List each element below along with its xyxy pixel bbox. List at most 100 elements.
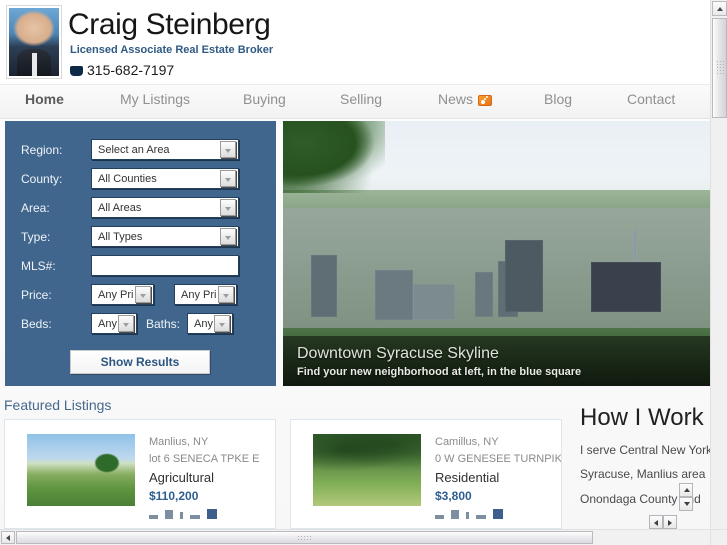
nav-item-selling[interactable]: Selling [340,91,382,107]
listing-address: lot 6 SENECA TPKE E [149,453,260,465]
nav-label: Blog [544,91,573,107]
scroll-up-icon[interactable] [679,483,693,497]
agent-phone[interactable]: 315-682-7197 [70,62,174,78]
site-header: Craig Steinberg Licensed Associate Real … [0,0,710,84]
type-label: Type: [21,229,51,244]
type-select[interactable]: All Types [91,226,239,247]
baths-select[interactable]: Any [187,313,234,334]
page-content: Craig Steinberg Licensed Associate Real … [0,0,710,529]
scroll-left-icon[interactable] [649,515,663,529]
county-select[interactable]: All Counties [91,168,239,189]
nav-label: Selling [340,91,383,107]
search-field-county: County: All Counties [5,164,276,193]
scroll-left-icon[interactable] [1,531,15,544]
search-field-type: Type: All Types [5,222,276,251]
price-label: Price: [21,287,52,302]
baths-label: Baths: [146,316,181,331]
listing-feature-icons [435,508,561,519]
bath-icon [165,510,173,519]
listing-feature-icons [149,508,259,519]
vertical-scrollbar-thumb[interactable] [712,18,727,118]
inner-vertical-scrollbar[interactable] [679,483,693,513]
hero-corner-tree [283,121,385,193]
sqft-icon [466,512,469,519]
scrollbar-grip-icon [716,60,724,76]
bath-icon [451,510,459,519]
region-select[interactable]: Select an Area [91,139,239,160]
search-field-price: Price: Any Pri Any Pri [5,280,276,309]
scrollbar-corner [710,529,727,545]
rss-icon [478,95,493,106]
chevron-down-icon [218,286,234,303]
beds-value: Any [98,317,117,330]
chevron-down-icon [220,170,236,187]
mls-label: MLS#: [21,258,56,273]
hero-building [505,239,543,312]
listing-city: Manlius, NY [149,436,209,448]
listing-city: Camillus, NY [435,436,499,448]
hero-smokestack [633,229,637,262]
hero-row: Region: Select an Area County: All Count… [0,121,710,389]
nav-item-buying[interactable]: Buying [243,91,286,107]
price-min-select[interactable]: Any Pri [91,284,154,305]
telephone-icon [70,66,83,76]
bed-icon [149,515,158,519]
how-i-work-line: Syracuse, Manlius area [580,467,706,482]
nav-item-home[interactable]: Home [25,91,64,107]
chevron-down-icon [214,315,231,332]
listing-price: $3,800 [435,489,472,503]
region-value: Select an Area [98,143,170,156]
how-i-work-line: I serve Central New York [580,442,710,457]
area-select[interactable]: All Areas [91,197,239,218]
agent-subtitle: Licensed Associate Real Estate Broker [70,44,274,56]
hero-caption: Downtown Syracuse Skyline Find your new … [283,336,710,386]
nav-label: Home [25,91,64,107]
region-label: Region: [21,142,63,157]
show-results-button[interactable]: Show Results [70,350,210,374]
listing-type: Agricultural [149,470,215,485]
photos-icon [207,509,217,519]
horizontal-scrollbar-thumb[interactable] [16,531,593,544]
browser-viewport: Craig Steinberg Licensed Associate Real … [0,0,727,545]
nav-label: My Listings [120,91,191,107]
listing-info: Camillus, NY 0 W GENESEE TURNPIK Residen… [421,434,561,528]
scroll-right-icon[interactable] [663,515,677,529]
scroll-up-icon[interactable] [712,1,727,16]
inner-horizontal-scrollbar[interactable] [649,515,679,529]
nav-item-news[interactable]: News [438,91,493,107]
how-i-work-heading: How I Work [580,404,704,431]
search-field-beds-baths: Beds: Any Baths: Any [5,309,276,338]
nav-item-my-listings[interactable]: My Listings [120,91,190,107]
beds-select[interactable]: Any [91,313,137,334]
price-max-select[interactable]: Any Pri [174,284,237,305]
mls-input[interactable] [91,255,239,276]
county-value: All Counties [98,172,157,185]
page-title: Craig Steinberg [68,8,271,41]
nav-item-blog[interactable]: Blog [544,91,572,107]
listing-card[interactable]: Camillus, NY 0 W GENESEE TURNPIK Residen… [290,419,562,529]
listing-price: $110,200 [149,489,199,503]
hero-building [591,261,661,312]
hero-caption-title: Downtown Syracuse Skyline [297,345,499,362]
scroll-down-icon[interactable] [679,497,693,511]
type-value: All Types [98,230,143,243]
county-label: County: [21,171,63,186]
horizontal-scrollbar[interactable] [0,529,710,545]
area-label: Area: [21,200,50,215]
agent-portrait [6,5,62,79]
area-value: All Areas [98,201,142,214]
listing-info: Manlius, NY lot 6 SENECA TPKE E Agricult… [135,434,259,528]
listing-type: Residential [435,470,500,485]
price-max-value: Any Pri [181,288,217,301]
nav-item-contact[interactable]: Contact [627,91,675,107]
nav-label: Buying [243,91,286,107]
garage-icon [190,515,200,519]
hero-building [413,283,455,320]
sqft-icon [180,512,183,519]
vertical-scrollbar[interactable] [710,0,727,529]
hero-image-syracuse-skyline: Downtown Syracuse Skyline Find your new … [283,121,710,386]
listing-card[interactable]: Manlius, NY lot 6 SENECA TPKE E Agricult… [4,419,276,529]
photos-icon [493,509,503,519]
listing-photo [27,434,135,506]
search-field-area: Area: All Areas [5,193,276,222]
